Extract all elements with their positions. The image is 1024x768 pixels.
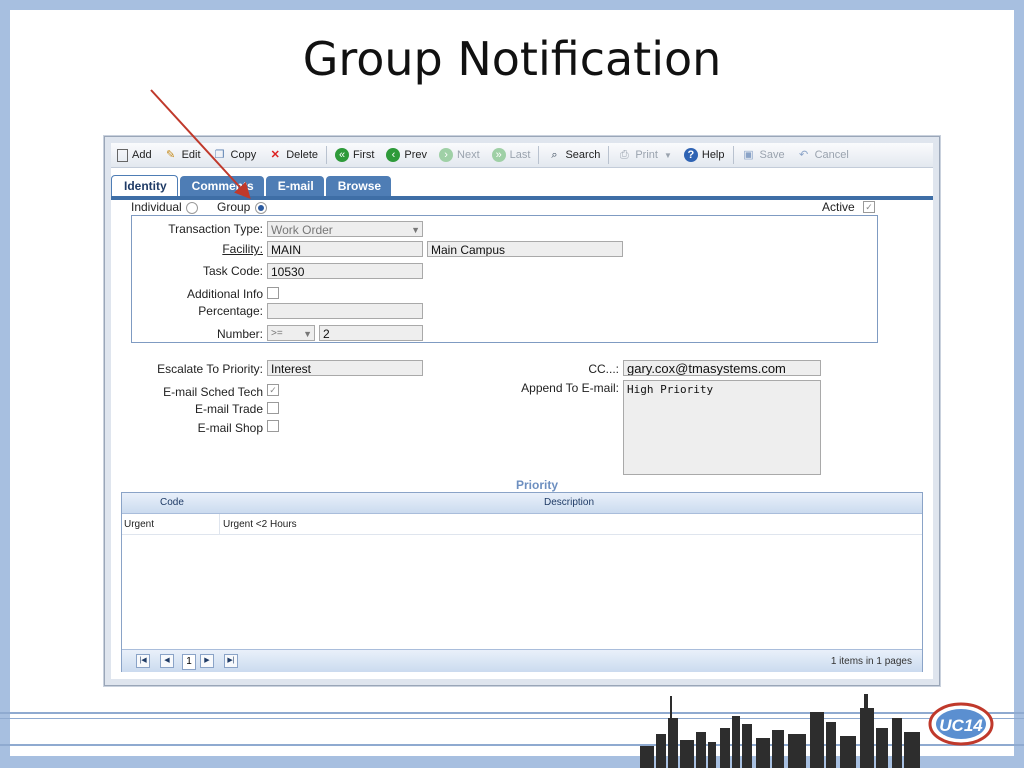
printer-icon: ⎙ [619, 149, 629, 161]
active-checkbox[interactable]: ✓ [863, 201, 875, 213]
first-page-icon[interactable]: |◀ [136, 654, 150, 668]
percentage-label: Percentage: [198, 304, 263, 318]
table-row[interactable]: Urgent Urgent <2 Hours [122, 514, 922, 535]
tab-browse[interactable]: Browse [325, 176, 392, 196]
individual-radio[interactable] [186, 202, 198, 214]
number-field[interactable]: 2 [319, 325, 423, 341]
edit-icon: ✎ [165, 149, 176, 161]
prev-button[interactable]: ‹ Prev [380, 144, 433, 166]
cc-field[interactable]: gary.cox@tmasystems.com [623, 360, 821, 376]
transaction-type-label: Transaction Type: [168, 222, 263, 236]
save-icon: ▣ [743, 149, 754, 161]
help-button[interactable]: ? Help [678, 144, 731, 166]
cc-label: CC...: [588, 362, 619, 376]
task-code-label: Task Code: [202, 264, 263, 278]
edit-button[interactable]: ✎ Edit [158, 144, 207, 166]
chevron-down-icon: ▼ [303, 329, 312, 339]
first-icon: « [335, 148, 350, 162]
next-icon: › [439, 148, 454, 162]
group-radio[interactable] [255, 202, 267, 214]
next-button[interactable]: › Next [433, 144, 486, 166]
tab-identity[interactable]: Identity [111, 175, 178, 196]
column-header-code[interactable]: Code [160, 497, 184, 508]
number-label: Number: [216, 327, 263, 341]
email-sched-tech-checkbox[interactable]: ✓ [267, 384, 279, 396]
prev-page-icon[interactable]: ◀ [160, 654, 174, 668]
print-button[interactable]: ⎙ Print ▼ [611, 144, 678, 166]
save-button[interactable]: ▣ Save [736, 144, 791, 166]
number-operator-select[interactable]: >= ▼ [267, 325, 315, 341]
grid-header: Code Description [122, 493, 922, 514]
escalate-priority-field[interactable]: Interest [267, 360, 423, 376]
cancel-button[interactable]: ↶ Cancel [791, 144, 855, 166]
priority-grid: Code Description Urgent Urgent <2 Hours … [121, 492, 923, 672]
delete-icon: ✕ [270, 149, 280, 161]
column-header-description[interactable]: Description [544, 497, 594, 508]
priority-grid-title: Priority [516, 478, 559, 492]
delete-button[interactable]: ✕ Delete [262, 144, 324, 166]
additional-info-label: Additional Info [186, 287, 263, 301]
email-sched-tech-label: E-mail Sched Tech [163, 385, 263, 399]
group-label: Group [217, 200, 251, 214]
chevron-down-icon: ▼ [411, 225, 420, 235]
task-code-field[interactable]: 10530 [267, 263, 423, 279]
grid-pager: |◀ ◀ 1 ▶ ▶| 1 items in 1 pages [122, 649, 922, 672]
append-email-textarea[interactable]: High Priority [623, 380, 821, 475]
transaction-type-select[interactable]: Work Order ▼ [267, 221, 423, 237]
help-icon: ? [683, 148, 698, 162]
first-button[interactable]: «First [329, 144, 380, 166]
search-icon: ⌕ [551, 149, 558, 161]
escalate-priority-label: Escalate To Priority: [157, 362, 263, 376]
facility-description: Main Campus [427, 241, 623, 257]
email-shop-checkbox[interactable] [267, 420, 279, 432]
page-number-input[interactable]: 1 [182, 654, 196, 670]
prev-icon: ‹ [386, 148, 401, 162]
last-page-icon[interactable]: ▶| [224, 654, 238, 668]
chevron-down-icon: ▼ [663, 150, 672, 160]
row-description: Urgent <2 Hours [223, 519, 297, 530]
copy-button[interactable]: ❐ Copy [207, 144, 263, 166]
last-icon: » [491, 148, 506, 162]
append-email-label: Append To E-mail: [521, 381, 619, 395]
additional-info-checkbox[interactable] [267, 287, 279, 299]
slide-title: Group Notification [302, 32, 722, 86]
next-page-icon[interactable]: ▶ [200, 654, 214, 668]
email-trade-label: E-mail Trade [194, 402, 263, 416]
tab-comments[interactable]: Comments [179, 176, 264, 196]
tab-email[interactable]: E-mail [265, 176, 324, 196]
toolbar: Add ✎ Edit ❐ Copy ✕ Delete «First ‹ Prev › Ne… [111, 143, 933, 168]
email-shop-label: E-mail Shop [197, 421, 263, 435]
search-button[interactable]: ⌕ Search [541, 144, 606, 166]
email-trade-checkbox[interactable] [267, 402, 279, 414]
facility-field[interactable]: MAIN [267, 241, 423, 257]
undo-icon: ↶ [798, 149, 809, 161]
tab-bar: Identity Comments E-mail Browse [111, 174, 933, 200]
individual-label: Individual [131, 200, 182, 214]
facility-label[interactable]: Facility: [141, 242, 263, 256]
pager-info: 1 items in 1 pages [830, 656, 912, 667]
app-window: Add ✎ Edit ❐ Copy ✕ Delete «First ‹ Prev › Ne… [104, 136, 940, 686]
uc14-logo: UC14 [928, 702, 994, 746]
page-icon [117, 148, 128, 162]
skyline-graphic [640, 694, 920, 768]
copy-icon: ❐ [214, 149, 225, 161]
logo-text: UC14 [939, 716, 983, 735]
row-code: Urgent [124, 519, 155, 530]
percentage-field[interactable] [267, 303, 423, 319]
add-button[interactable]: Add [111, 144, 158, 166]
last-button[interactable]: » Last [486, 144, 537, 166]
active-label: Active [822, 200, 855, 214]
